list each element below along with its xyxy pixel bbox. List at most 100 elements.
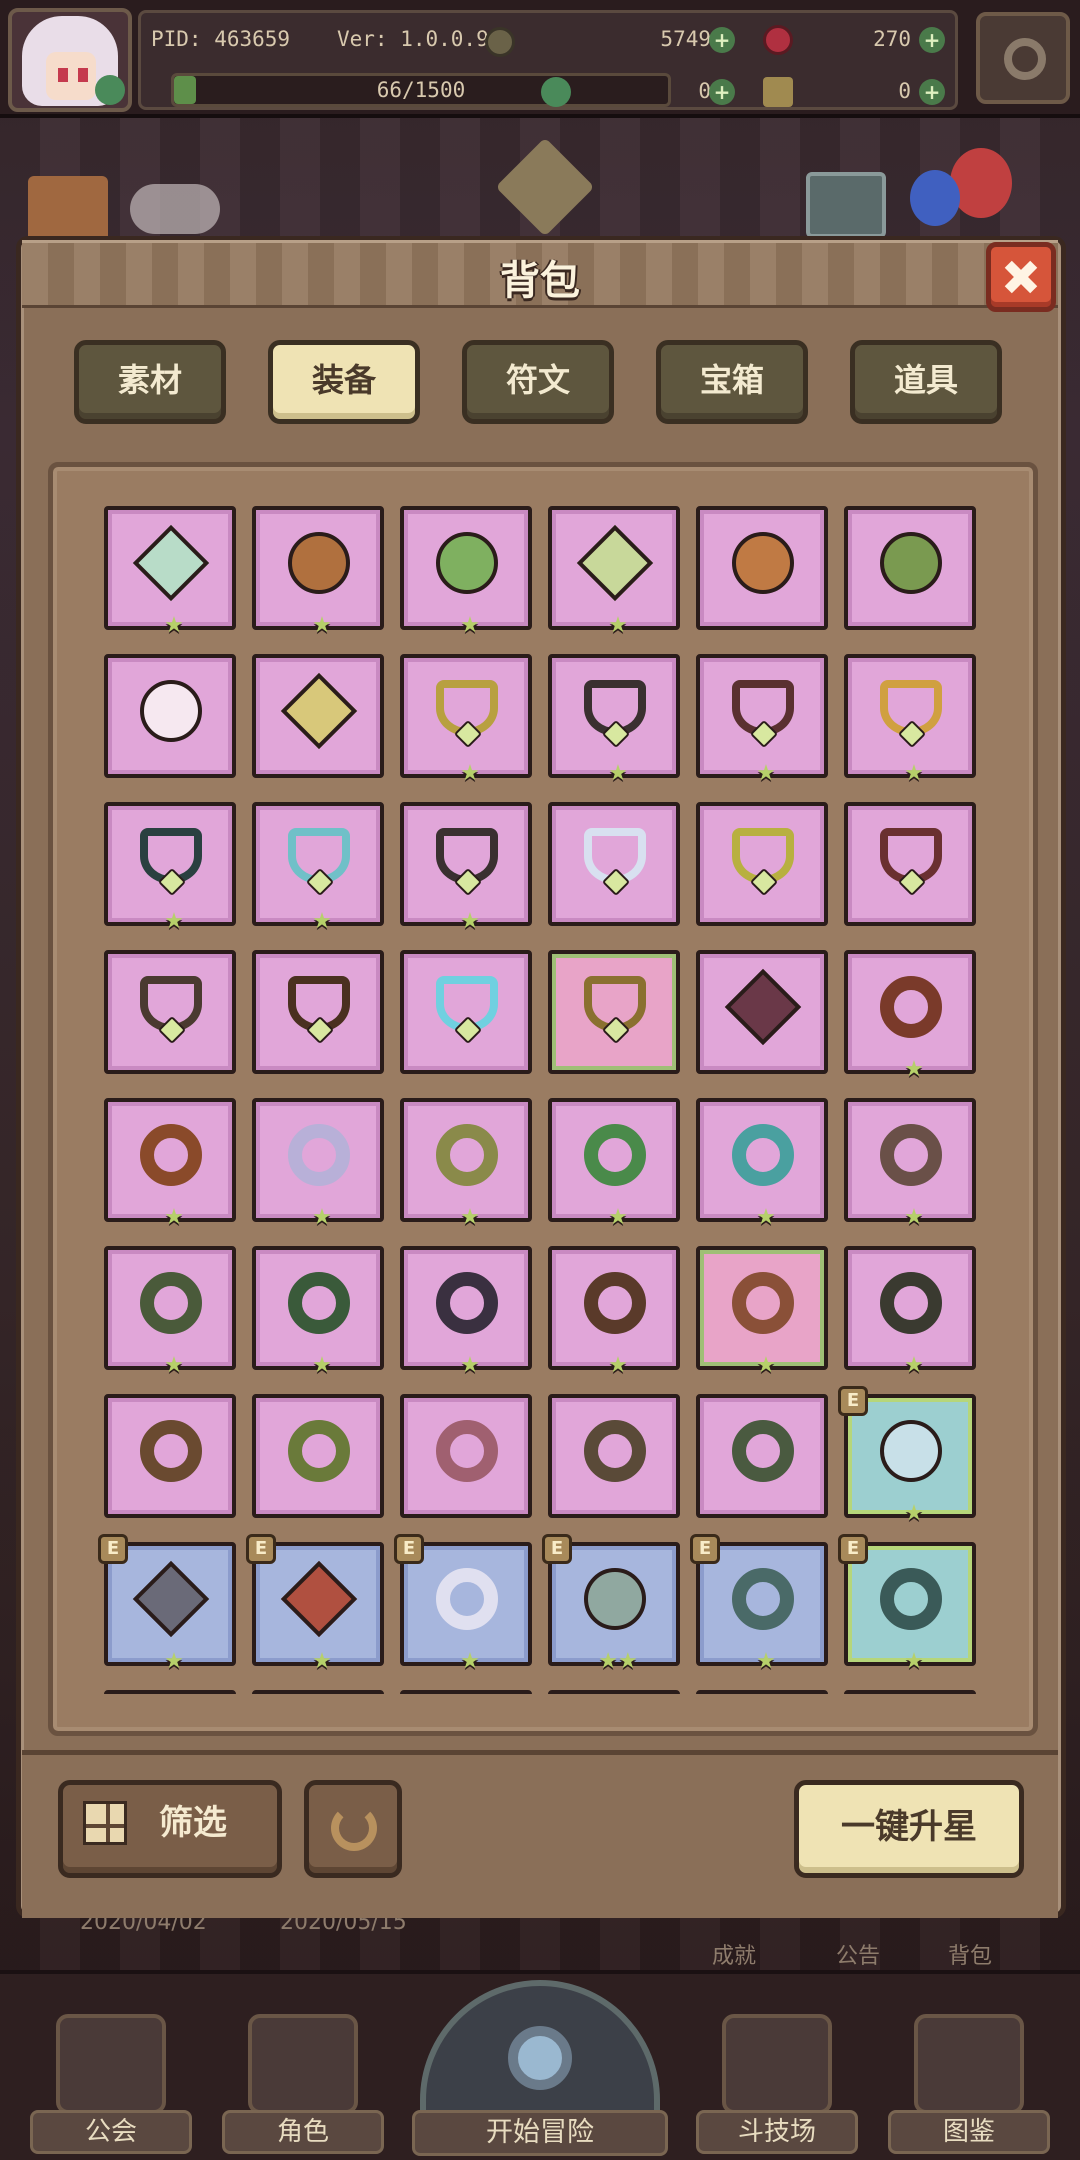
amulet-icon — [732, 532, 794, 594]
inventory-slot[interactable]: ★ E — [98, 1534, 236, 1674]
inventory-slot[interactable] — [400, 1394, 532, 1518]
nav-codex[interactable]: 图鉴 — [888, 2014, 1050, 2160]
crossed-swords-icon — [722, 2014, 832, 2114]
character-icon — [248, 2014, 358, 2114]
nav-start-adventure[interactable]: 开始冒险 — [412, 1980, 668, 2160]
inventory-slot[interactable]: ★ — [548, 506, 680, 638]
inventory-slot[interactable] — [548, 1690, 680, 1694]
equipped-badge: E — [690, 1534, 720, 1564]
ring-icon — [732, 1568, 794, 1630]
inventory-slot[interactable]: ★★ E — [542, 1534, 680, 1674]
inventory-slot[interactable] — [696, 1690, 828, 1694]
settings-button[interactable] — [976, 12, 1070, 104]
inventory-slot[interactable] — [696, 802, 828, 926]
star-rating: ★ — [904, 1205, 924, 1230]
inventory-slot[interactable]: ★ E — [838, 1534, 976, 1674]
tab-equipment[interactable]: 装备 — [268, 340, 420, 424]
inventory-slot[interactable]: ★ — [400, 1098, 532, 1230]
inventory-slot[interactable] — [252, 654, 384, 778]
inventory-slot[interactable]: ★ E — [838, 1386, 976, 1526]
star-rating: ★ — [460, 613, 480, 638]
star-rating: ★ — [164, 613, 184, 638]
nav-guild-label: 公会 — [30, 2110, 192, 2154]
inventory-slot[interactable]: ★ E — [690, 1534, 828, 1674]
scroll-icon — [763, 77, 793, 107]
inventory-slot[interactable] — [104, 1394, 236, 1518]
add-clover-button[interactable]: + — [709, 79, 735, 105]
close-button[interactable] — [986, 242, 1056, 312]
inventory-slot[interactable] — [104, 1690, 236, 1694]
amulet-icon — [140, 680, 202, 742]
inventory-slot[interactable]: ★ — [252, 1246, 384, 1378]
star-rating: ★ — [460, 1649, 480, 1674]
inventory-slot[interactable]: ★ — [696, 1246, 828, 1378]
inventory-slot[interactable] — [252, 950, 384, 1074]
inventory-slot[interactable]: ★ — [548, 1098, 680, 1230]
inventory-slot[interactable] — [400, 950, 532, 1074]
inventory-slot[interactable]: ★ — [696, 654, 828, 786]
inventory-slot[interactable] — [844, 802, 976, 926]
inventory-slot[interactable]: ★ — [252, 506, 384, 638]
tab-materials[interactable]: 素材 — [74, 340, 226, 424]
inventory-slot[interactable] — [696, 1394, 828, 1518]
inventory-slot[interactable]: ★ — [252, 802, 384, 934]
emblem-decor — [495, 137, 595, 237]
star-rating: ★ — [608, 1353, 628, 1378]
inventory-slot[interactable] — [844, 506, 976, 630]
inventory-slot[interactable] — [844, 1690, 976, 1694]
tab-runes[interactable]: 符文 — [462, 340, 614, 424]
gear-icon — [1004, 38, 1046, 80]
star-rating: ★ — [756, 1353, 776, 1378]
inventory-slot[interactable] — [696, 950, 828, 1074]
inventory-slot[interactable] — [104, 950, 236, 1074]
balloon-icon — [950, 148, 1012, 218]
inventory-slot[interactable]: ★ — [548, 1246, 680, 1378]
equipped-badge: E — [394, 1534, 424, 1564]
refresh-button[interactable] — [304, 1780, 402, 1878]
amulet-icon — [132, 524, 210, 602]
inventory-slot[interactable]: ★ — [104, 1246, 236, 1378]
inventory-slot[interactable]: ★ E — [246, 1534, 384, 1674]
inventory-slot[interactable]: ★ — [400, 506, 532, 638]
equipped-badge: E — [246, 1534, 276, 1564]
add-gem-button[interactable]: + — [919, 27, 945, 53]
add-scroll-button[interactable]: + — [919, 79, 945, 105]
nav-character[interactable]: 角色 — [222, 2014, 384, 2160]
inventory-slot[interactable]: ★ — [400, 802, 532, 934]
inventory-slot[interactable] — [104, 654, 236, 778]
inventory-slot[interactable]: ★ — [696, 1098, 828, 1230]
inventory-slot[interactable] — [252, 1690, 384, 1694]
nav-guild[interactable]: 公会 — [30, 2014, 192, 2160]
ring-icon — [880, 976, 942, 1038]
clover-currency-icon — [541, 77, 571, 107]
inventory-slot[interactable] — [400, 1690, 532, 1694]
tab-items[interactable]: 道具 — [850, 340, 1002, 424]
inventory-slot[interactable] — [548, 1394, 680, 1518]
inventory-slot[interactable]: ★ — [104, 802, 236, 934]
inventory-slot[interactable]: ★ — [252, 1098, 384, 1230]
add-gold-button[interactable]: + — [709, 27, 735, 53]
inventory-slot[interactable]: ★ — [844, 1246, 976, 1378]
inventory-slot[interactable]: ★ — [844, 950, 976, 1082]
inventory-slot[interactable]: ★ — [104, 506, 236, 638]
inventory-slot[interactable]: ★ — [548, 654, 680, 786]
inventory-slot[interactable]: ★ — [104, 1098, 236, 1230]
filter-button[interactable]: 筛选 — [58, 1780, 282, 1878]
inventory-slot[interactable]: ★ E — [394, 1534, 532, 1674]
notice-link[interactable]: 公告 — [836, 1938, 880, 1970]
bag-link[interactable]: 背包 — [948, 1938, 992, 1970]
tab-chests[interactable]: 宝箱 — [656, 340, 808, 424]
nav-arena[interactable]: 斗技场 — [696, 2014, 858, 2160]
inventory-slot[interactable] — [252, 1394, 384, 1518]
achievement-link[interactable]: 成就 — [712, 1938, 756, 1970]
inventory-slot[interactable]: ★ — [400, 1246, 532, 1378]
auto-star-up-button[interactable]: 一键升星 — [794, 1780, 1024, 1878]
inventory-slot[interactable] — [548, 802, 680, 926]
inventory-grid[interactable]: ★ ★ ★ ★ ★ ★ ★ ★ ★ ★ ★ ★ ★ ★ ★ ★ ★ ★ ★ ★ ★ ★ ★ ★ ★ E ★ E ★ E ★ E ★★ E ★ E ★ E — [98, 504, 988, 1694]
inventory-slot[interactable]: ★ — [400, 654, 532, 786]
inventory-slot[interactable] — [696, 506, 828, 630]
inventory-slot[interactable]: ★ — [844, 1098, 976, 1230]
inventory-slot[interactable]: ★ — [844, 654, 976, 786]
chat-icon — [806, 172, 886, 238]
inventory-slot[interactable] — [548, 950, 680, 1074]
